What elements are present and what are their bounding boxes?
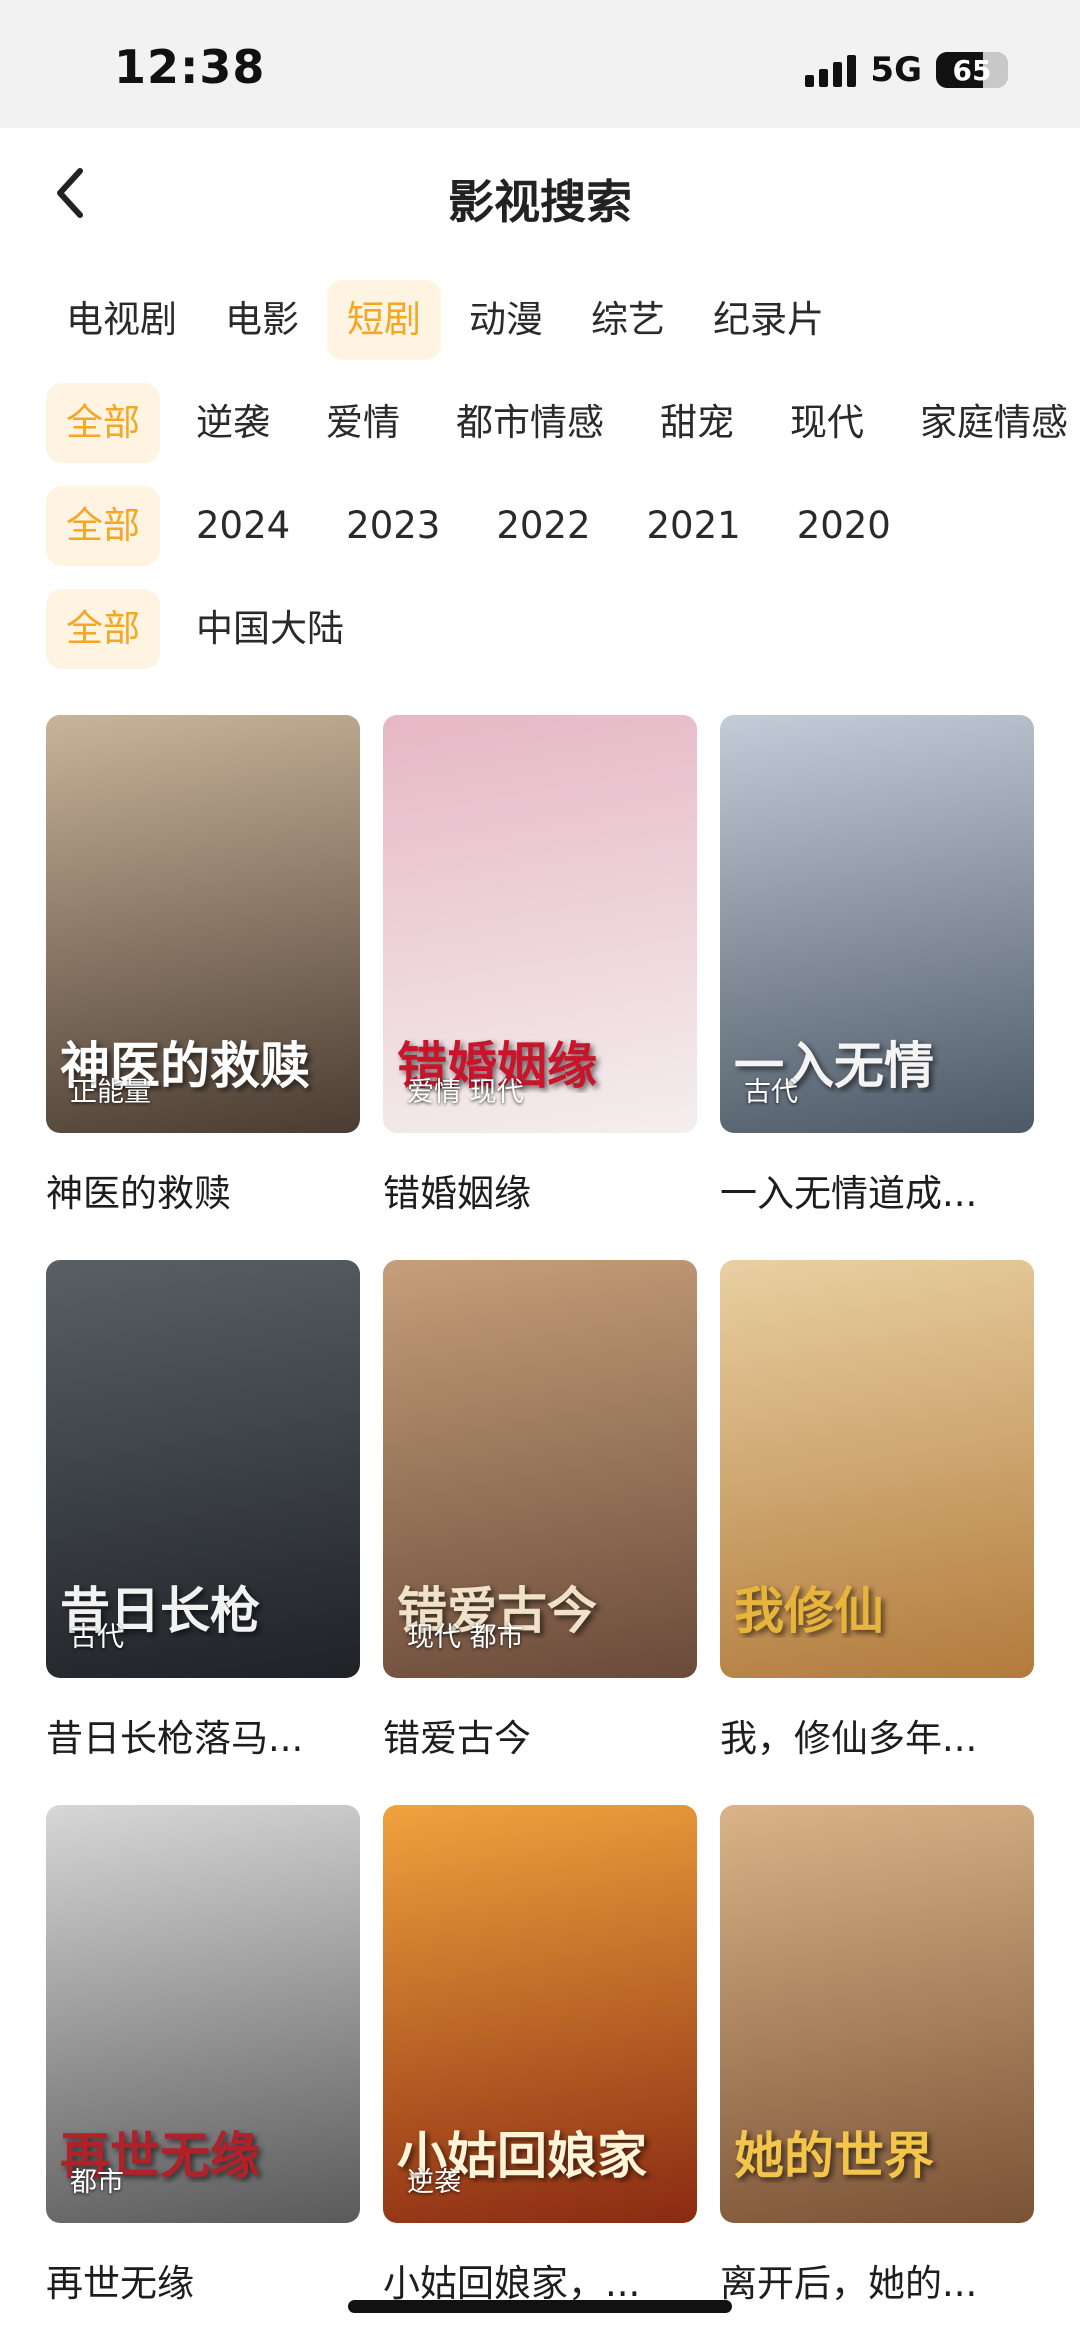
- result-card[interactable]: 错婚姻缘 爱情 现代错婚姻缘: [383, 715, 697, 1260]
- genre-chip[interactable]: 逆袭: [176, 383, 290, 463]
- results-grid: 神医的救赎 正能量神医的救赎 错婚姻缘 爱情 现代错婚姻缘 一入无情 古代一入无情道成..…: [46, 715, 1036, 2350]
- region-chip[interactable]: 中国大陆: [176, 589, 364, 669]
- genre-tag: 古代: [744, 1077, 798, 1108]
- region-chip[interactable]: 全部: [46, 589, 160, 669]
- home-indicator[interactable]: [348, 2300, 732, 2313]
- poster-image[interactable]: 神医的救赎 正能量: [46, 715, 360, 1133]
- year-chip[interactable]: 2021: [627, 486, 761, 566]
- status-icons: 5G 65: [805, 50, 1008, 90]
- result-card[interactable]: 神医的救赎 正能量神医的救赎: [46, 715, 360, 1260]
- genre-chip[interactable]: 家庭情感: [900, 383, 1080, 463]
- genre-tag: 都市: [70, 2167, 124, 2198]
- status-bar: 12:38 5G 65: [0, 0, 1080, 128]
- genre-filter-row: 全部 逆袭 爱情 都市情感 甜宠 现代 家庭情感: [46, 383, 1080, 463]
- year-chip[interactable]: 2024: [176, 486, 310, 566]
- poster-title-art: 她的世界: [734, 2128, 934, 2183]
- year-chip[interactable]: 2022: [476, 486, 610, 566]
- signal-icon: [805, 53, 857, 87]
- card-title[interactable]: 错婚姻缘: [383, 1163, 697, 1217]
- category-chip[interactable]: 动漫: [449, 280, 563, 360]
- result-card[interactable]: 昔日长枪 古代昔日长枪落马...: [46, 1260, 360, 1805]
- poster-image[interactable]: 我修仙: [720, 1260, 1034, 1678]
- card-title[interactable]: 我，修仙多年...: [720, 1708, 1034, 1762]
- network-label: 5G: [870, 50, 922, 90]
- result-card[interactable]: 我修仙我，修仙多年...: [720, 1260, 1034, 1805]
- result-card[interactable]: 小姑回娘家 逆袭小姑回娘家，...: [383, 1805, 697, 2350]
- year-filter-row: 全部 2024 2023 2022 2021 2020: [46, 486, 1080, 566]
- genre-chip[interactable]: 爱情: [306, 383, 420, 463]
- card-title[interactable]: 一入无情道成...: [720, 1163, 1034, 1217]
- card-title[interactable]: 小姑回娘家，...: [383, 2253, 697, 2307]
- poster-image[interactable]: 一入无情 古代: [720, 715, 1034, 1133]
- nav-header: 影视搜索: [0, 128, 1080, 258]
- genre-chip[interactable]: 现代: [770, 383, 884, 463]
- card-title[interactable]: 再世无缘: [46, 2253, 360, 2307]
- result-card[interactable]: 一入无情 古代一入无情道成...: [720, 715, 1034, 1260]
- category-chip[interactable]: 综艺: [571, 280, 685, 360]
- poster-image[interactable]: 小姑回娘家 逆袭: [383, 1805, 697, 2223]
- card-title[interactable]: 错爱古今: [383, 1708, 697, 1762]
- card-title[interactable]: 神医的救赎: [46, 1163, 360, 1217]
- category-chip[interactable]: 短剧: [327, 280, 441, 360]
- poster-image[interactable]: 她的世界: [720, 1805, 1034, 2223]
- category-chip[interactable]: 电视剧: [46, 280, 197, 360]
- genre-tag: 正能量: [70, 1077, 151, 1108]
- page-title: 影视搜索: [448, 175, 632, 229]
- category-filter-row: 电视剧 电影 短剧 动漫 综艺 纪录片: [46, 280, 1080, 360]
- poster-image[interactable]: 昔日长枪 古代: [46, 1260, 360, 1678]
- genre-tag: 爱情 现代: [407, 1077, 524, 1108]
- result-card[interactable]: 她的世界离开后，她的...: [720, 1805, 1034, 2350]
- category-chip[interactable]: 纪录片: [693, 280, 844, 360]
- poster-title-art: 我修仙: [734, 1583, 884, 1638]
- genre-tag: 逆袭: [407, 2167, 461, 2198]
- category-chip[interactable]: 电影: [205, 280, 319, 360]
- result-card[interactable]: 再世无缘 都市再世无缘: [46, 1805, 360, 2350]
- status-time: 12:38: [114, 40, 266, 94]
- genre-chip[interactable]: 全部: [46, 383, 160, 463]
- year-chip[interactable]: 2023: [326, 486, 460, 566]
- genre-chip[interactable]: 甜宠: [640, 383, 754, 463]
- battery-percent: 65: [952, 53, 992, 87]
- card-title[interactable]: 离开后，她的...: [720, 2253, 1034, 2307]
- poster-image[interactable]: 再世无缘 都市: [46, 1805, 360, 2223]
- year-chip[interactable]: 全部: [46, 486, 160, 566]
- genre-tag: 古代: [70, 1622, 124, 1653]
- genre-tag: 现代 都市: [407, 1622, 524, 1653]
- poster-image[interactable]: 错爱古今 现代 都市: [383, 1260, 697, 1678]
- card-title[interactable]: 昔日长枪落马...: [46, 1708, 360, 1762]
- result-card[interactable]: 错爱古今 现代 都市错爱古今: [383, 1260, 697, 1805]
- region-filter-row: 全部 中国大陆: [46, 589, 1080, 669]
- battery-icon: 65: [936, 52, 1008, 88]
- poster-image[interactable]: 错婚姻缘 爱情 现代: [383, 715, 697, 1133]
- year-chip[interactable]: 2020: [777, 486, 911, 566]
- genre-chip[interactable]: 都市情感: [436, 383, 624, 463]
